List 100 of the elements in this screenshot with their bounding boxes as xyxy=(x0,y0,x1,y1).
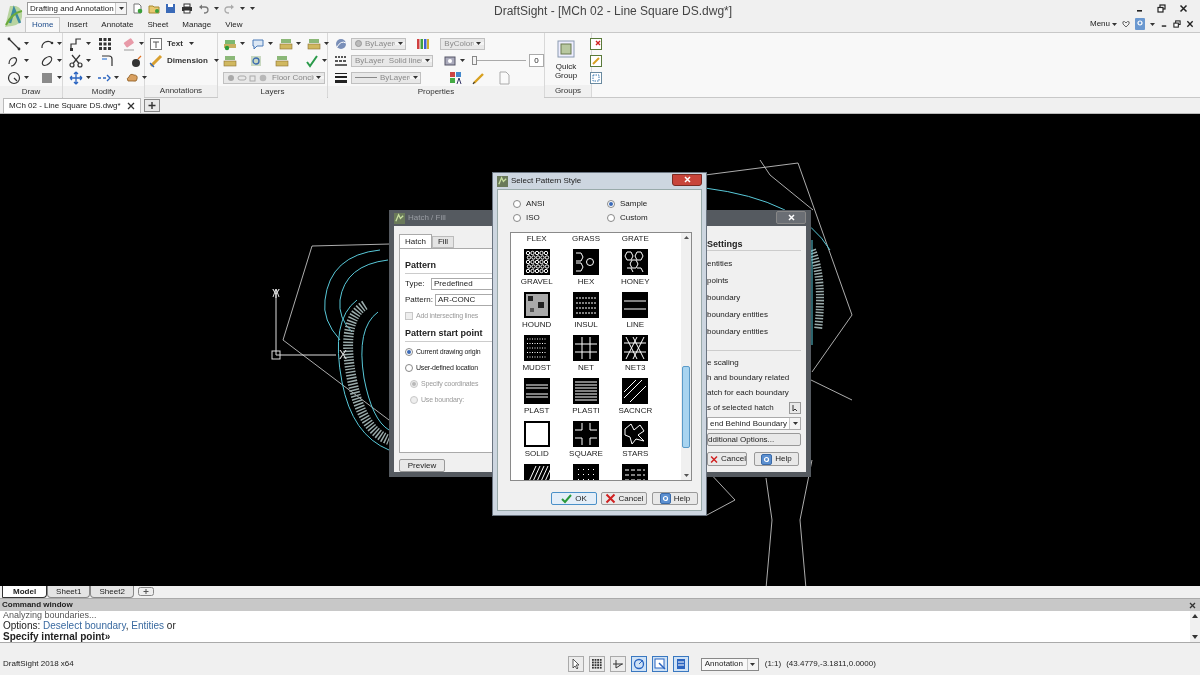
caret-icon[interactable] xyxy=(213,59,219,62)
quick-group-button[interactable]: Quick Group xyxy=(551,40,581,80)
gravel-pattern-swatch[interactable] xyxy=(523,249,550,275)
close-button[interactable] xyxy=(672,173,702,186)
cursor-toggle[interactable] xyxy=(567,656,584,672)
ortho-toggle[interactable] xyxy=(609,656,626,672)
scroll-down-icon[interactable] xyxy=(683,474,689,477)
ellipse-icon[interactable] xyxy=(40,53,54,68)
radio-button[interactable] xyxy=(405,348,413,356)
move-icon[interactable] xyxy=(69,70,83,85)
radio-button[interactable] xyxy=(607,200,615,208)
menu-button[interactable]: Menu xyxy=(1090,18,1117,30)
check-icon[interactable] xyxy=(305,53,319,68)
tool-button[interactable]: Dimension xyxy=(149,53,208,68)
sheet-tab[interactable]: Sheet2 xyxy=(90,586,134,598)
add-icon[interactable] xyxy=(137,587,154,596)
ribbon-tab[interactable]: Annotate xyxy=(94,17,141,32)
stamp-icon[interactable] xyxy=(442,53,457,68)
lineweight-toggle[interactable] xyxy=(672,656,689,672)
ribbon-tab[interactable]: Insert xyxy=(60,17,95,32)
pattern-list[interactable]: FLEX GRASS GRATE GRAVEL HEX HONEY HOUND INSUL LINE MUDST NET NET3 PLAST PLASTI SACNCR SOLID SQUARE STARS xyxy=(510,232,692,481)
ok-button[interactable]: OK xyxy=(551,492,597,505)
new-file-icon[interactable] xyxy=(132,3,143,14)
radio-button[interactable] xyxy=(607,214,615,222)
undo-icon[interactable] xyxy=(198,3,209,14)
folder-icon[interactable] xyxy=(148,3,160,14)
caret-icon[interactable] xyxy=(296,42,301,45)
caret-icon[interactable] xyxy=(118,7,124,10)
caret-icon[interactable] xyxy=(86,42,91,45)
group-select-icon[interactable] xyxy=(589,71,603,85)
circle-icon[interactable] xyxy=(7,70,21,85)
transparency-slider[interactable] xyxy=(471,56,526,65)
heart-icon[interactable] xyxy=(1122,20,1130,28)
ribbon-tab[interactable]: Sheet xyxy=(140,17,176,32)
caret-icon[interactable] xyxy=(322,59,327,62)
caret-icon[interactable] xyxy=(1112,22,1117,26)
scroll-thumb[interactable] xyxy=(682,366,690,448)
caret-icon[interactable] xyxy=(24,76,29,79)
dialog-tab[interactable]: Fill xyxy=(431,236,455,248)
caret-icon[interactable] xyxy=(459,59,465,62)
stripe-pattern-swatch[interactable] xyxy=(573,378,599,404)
caret-icon[interactable] xyxy=(114,76,119,79)
caret-icon[interactable] xyxy=(750,662,756,666)
ribbon-tab[interactable]: View xyxy=(218,17,250,32)
bomb-icon[interactable] xyxy=(130,53,144,68)
restore-icon[interactable] xyxy=(1157,4,1166,13)
caret-icon[interactable] xyxy=(142,76,147,79)
caret-icon[interactable] xyxy=(1150,22,1155,26)
caret-icon[interactable] xyxy=(139,42,144,45)
annotation-dropdown[interactable]: Annotation xyxy=(700,657,759,671)
scroll-up-icon[interactable] xyxy=(1192,614,1198,618)
pattern-dropdown[interactable]: AR-CONC xyxy=(435,294,493,306)
diagonal-pattern-swatch[interactable] xyxy=(622,378,649,404)
caret-icon[interactable] xyxy=(24,42,29,45)
ribbon-tab[interactable]: Home xyxy=(25,17,61,32)
close-button[interactable] xyxy=(776,210,806,224)
palette-icon[interactable] xyxy=(449,70,464,85)
dashed-lines-icon[interactable] xyxy=(334,53,348,68)
color-bars-icon[interactable] xyxy=(416,36,431,51)
command-link[interactable]: Deselect boundary xyxy=(43,620,126,631)
dialog-tab[interactable]: Hatch xyxy=(399,234,432,248)
line-icon[interactable] xyxy=(7,36,21,51)
polyline-icon[interactable] xyxy=(69,36,83,51)
help-button[interactable]: Help xyxy=(652,492,698,505)
scroll-down-icon[interactable] xyxy=(1192,635,1198,639)
array-icon[interactable] xyxy=(98,36,113,51)
help-button[interactable]: Help xyxy=(754,452,799,466)
caret-icon[interactable] xyxy=(240,42,245,45)
model-tab[interactable]: Model xyxy=(2,586,48,598)
scrollbar[interactable] xyxy=(1190,611,1200,642)
triangle-pattern-swatch[interactable] xyxy=(622,335,649,361)
grid-toggle[interactable] xyxy=(588,656,605,672)
dotted-pattern-swatch[interactable] xyxy=(523,335,550,361)
caret-icon[interactable] xyxy=(792,422,798,425)
caret-icon[interactable] xyxy=(86,76,91,79)
caret-icon[interactable] xyxy=(324,42,329,45)
hex-pattern-swatch[interactable] xyxy=(573,249,599,275)
sheet-tab[interactable]: Sheet1 xyxy=(47,586,91,598)
star-pattern-swatch[interactable] xyxy=(622,421,649,447)
preview-button[interactable]: Preview xyxy=(399,459,445,472)
printer-icon[interactable] xyxy=(181,3,193,14)
cancel-button[interactable]: Cancel xyxy=(601,492,647,505)
options-button[interactable]: dditional Options... xyxy=(707,433,801,446)
command-link[interactable]: Entities xyxy=(131,620,165,631)
save-icon[interactable] xyxy=(165,3,176,14)
line-weights-icon[interactable] xyxy=(334,70,348,85)
corner-icon[interactable] xyxy=(100,53,114,68)
grid-pattern-swatch[interactable] xyxy=(573,335,599,361)
draw-order-dropdown[interactable]: end Behind Boundary xyxy=(707,417,801,430)
close-icon[interactable] xyxy=(1189,601,1196,609)
polar-toggle[interactable] xyxy=(630,656,647,672)
line-pattern-swatch[interactable] xyxy=(622,292,649,318)
workspace-dropdown[interactable]: Drafting and Annotation xyxy=(27,2,127,15)
cross-pattern-swatch[interactable] xyxy=(573,421,599,447)
cancel-button[interactable]: Cancel xyxy=(707,452,747,466)
radio-button[interactable] xyxy=(405,364,413,372)
houndstooth-pattern-swatch[interactable] xyxy=(523,292,550,318)
scroll-up-icon[interactable] xyxy=(683,236,689,239)
caret-icon[interactable] xyxy=(214,7,219,10)
restore-icon[interactable] xyxy=(1173,20,1181,28)
